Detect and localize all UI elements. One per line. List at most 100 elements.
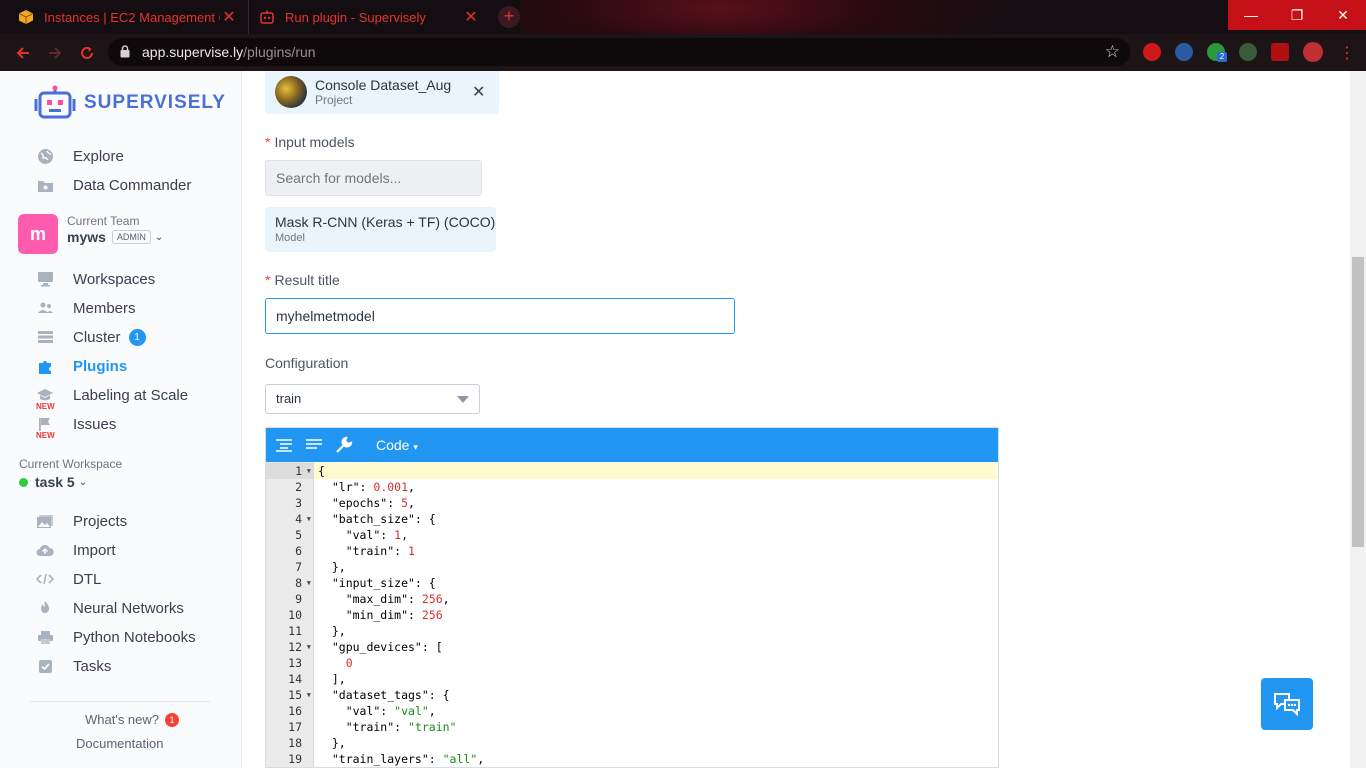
sidebar-item-workspaces[interactable]: Workspaces (36, 268, 155, 290)
line-number: 18 (288, 736, 302, 750)
extensions-puzzle-icon[interactable] (1271, 43, 1289, 61)
status-dot-icon (19, 477, 28, 487)
sidebar-item-dtl[interactable]: DTL (36, 568, 101, 590)
sidebar-divider (30, 701, 210, 702)
code-line[interactable]: 14 ], (266, 671, 998, 687)
result-title-input[interactable] (265, 298, 735, 334)
team-label: Current Team (67, 214, 140, 228)
code-area[interactable]: 1 ▼{2 "lr": 0.001, 3 "epochs": 5, 4 ▼ "batch… (266, 462, 998, 767)
whats-new-label: What's new? (85, 712, 160, 727)
page-scrollbar[interactable] (1350, 71, 1366, 768)
new-tab-button[interactable]: + (498, 6, 520, 28)
whats-new-link[interactable]: What's new? 1 (85, 712, 180, 727)
folder-icon (36, 176, 54, 194)
code-line[interactable]: 15 ▼ "dataset_tags": { (266, 687, 998, 703)
close-tab-icon[interactable]: ✕ (462, 7, 480, 27)
repair-wrench-icon[interactable] (334, 435, 354, 455)
window-restore-button[interactable]: ❐ (1274, 0, 1320, 30)
sidebar-item-labeling-at-scale[interactable]: NEW Labeling at Scale (36, 384, 188, 412)
sidebar-item-python-notebooks[interactable]: Python Notebooks (36, 626, 196, 648)
line-number: 1 ▼ (266, 463, 314, 479)
window-minimize-button[interactable]: — (1228, 0, 1274, 30)
code-text: "min_dim": 256 (318, 608, 443, 622)
bookmark-star-icon[interactable]: ☆ (1105, 42, 1120, 62)
sidebar-item-import[interactable]: Import (36, 539, 116, 561)
globe-icon (36, 147, 54, 165)
workspace-switcher[interactable]: task 5 ⌄ (19, 474, 87, 490)
sidebar-item-data-commander[interactable]: Data Commander (36, 174, 191, 196)
extension-hand-icon[interactable] (1143, 43, 1161, 61)
workspace-label: Current Workspace (19, 457, 123, 471)
code-line[interactable]: 18 }, (266, 735, 998, 751)
code-line[interactable]: 9 "max_dim": 256, (266, 591, 998, 607)
back-arrow-icon[interactable] (12, 42, 34, 64)
sidebar-item-members[interactable]: Members (36, 297, 136, 319)
documentation-link[interactable]: Documentation (76, 736, 163, 751)
code-text: "train": 1 (318, 544, 415, 558)
code-text: "val": 1, (318, 528, 409, 542)
fold-toggle-icon[interactable]: ▼ (307, 511, 311, 527)
fold-toggle-icon[interactable]: ▼ (307, 639, 311, 655)
team-switcher[interactable]: m Current Team myws ADMIN ⌄ (18, 214, 163, 254)
extension-eyedropper-icon[interactable] (1239, 43, 1257, 61)
code-line[interactable]: 2 "lr": 0.001, (266, 479, 998, 495)
json-config-editor[interactable]: Code ▾ 1 ▼{2 "lr": 0.001, 3 "epochs": 5, 4 ▼… (265, 427, 999, 768)
fold-toggle-icon[interactable]: ▼ (307, 687, 311, 703)
code-line[interactable]: 3 "epochs": 5, (266, 495, 998, 511)
reload-icon[interactable] (76, 42, 98, 64)
browser-tab-supervisely[interactable]: Run plugin - Supervisely ✕ (248, 0, 490, 34)
line-number: 12 ▼ (288, 639, 311, 655)
code-line[interactable]: 19 "train_layers": "all", (266, 751, 998, 767)
fold-toggle-icon[interactable]: ▼ (307, 575, 311, 591)
aws-box-icon (18, 9, 34, 25)
extension-gamepad-icon[interactable] (1175, 43, 1193, 61)
sidebar-item-tasks[interactable]: Tasks (36, 655, 111, 677)
sidebar-item-explore[interactable]: Explore (36, 145, 124, 167)
selected-model-card[interactable]: Mask R-CNN (Keras + TF) (COCO) Model (265, 207, 496, 252)
format-json-icon[interactable] (274, 435, 294, 455)
code-line[interactable]: 7 }, (266, 559, 998, 575)
code-line[interactable]: 6 "train": 1 (266, 543, 998, 559)
code-line[interactable]: 16 "val": "val", (266, 703, 998, 719)
extension-download-icon[interactable]: 2 (1207, 43, 1227, 62)
line-number: 13 (288, 656, 302, 670)
close-tab-icon[interactable]: ✕ (220, 7, 238, 27)
fold-toggle-icon[interactable]: ▼ (307, 463, 311, 479)
browser-menu-icon[interactable]: ⋮ (1336, 42, 1358, 64)
code-line[interactable]: 8 ▼ "input_size": { (266, 575, 998, 591)
code-text: "batch_size": { (318, 512, 436, 526)
compact-json-icon[interactable] (304, 435, 324, 455)
code-line[interactable]: 11 }, (266, 623, 998, 639)
editor-mode-dropdown[interactable]: Code ▾ (376, 437, 418, 453)
code-line[interactable]: 12 ▼ "gpu_devices": [ (266, 639, 998, 655)
result-title-label: * Result title (265, 272, 340, 288)
browser-tab-ec2[interactable]: Instances | EC2 Management Console ✕ (8, 0, 248, 34)
code-line[interactable]: 17 "train": "train" (266, 719, 998, 735)
project-thumbnail (275, 76, 307, 108)
support-chat-button[interactable] (1261, 678, 1313, 730)
profile-avatar[interactable] (1303, 42, 1323, 62)
code-line[interactable]: 4 ▼ "batch_size": { (266, 511, 998, 527)
configuration-select[interactable]: train (265, 384, 480, 414)
url-field[interactable]: app.supervise.ly/plugins/run ☆ (108, 38, 1130, 66)
monitor-icon (36, 270, 54, 288)
scrollbar-thumb[interactable] (1352, 257, 1364, 547)
forward-arrow-icon[interactable] (44, 42, 66, 64)
configuration-label: Configuration (265, 355, 349, 371)
sidebar-item-projects[interactable]: Projects (36, 510, 127, 532)
remove-project-icon[interactable]: ✕ (472, 82, 485, 102)
code-line[interactable]: 5 "val": 1, (266, 527, 998, 543)
sidebar-item-issues[interactable]: NEW Issues (36, 413, 116, 441)
line-number: 10 (288, 608, 302, 622)
cluster-count-badge: 1 (128, 328, 146, 346)
code-text: 0 (345, 656, 353, 670)
sidebar-item-plugins[interactable]: Plugins (36, 355, 127, 377)
sidebar-item-cluster[interactable]: Cluster 1 (36, 326, 146, 348)
search-models-input[interactable] (265, 160, 482, 196)
code-line[interactable]: 13 0 (266, 655, 998, 671)
sidebar-item-neural-networks[interactable]: Neural Networks (36, 597, 184, 619)
window-close-button[interactable]: ✕ (1320, 0, 1366, 30)
code-line[interactable]: 10 "min_dim": 256 (266, 607, 998, 623)
code-line[interactable]: 1 ▼ { (266, 463, 998, 479)
brand-logo[interactable]: SUPERVISELY (34, 85, 226, 121)
